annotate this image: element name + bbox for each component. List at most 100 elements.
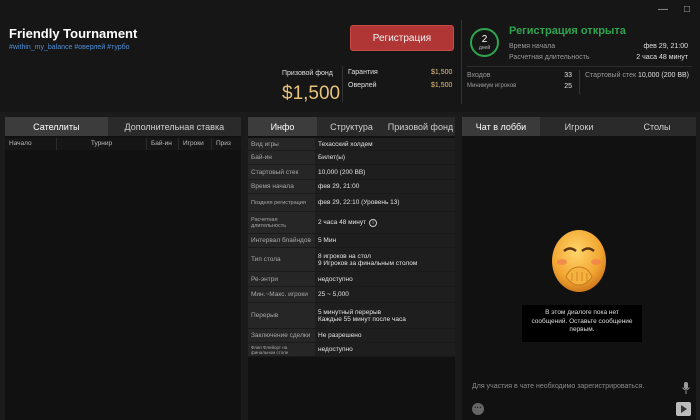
tab-players[interactable]: Игроки bbox=[540, 117, 618, 136]
info-value: фев 29, 21:00 bbox=[315, 180, 455, 193]
maximize-icon[interactable]: □ bbox=[682, 4, 692, 15]
start-time-value: фев 29, 21:00 bbox=[643, 43, 688, 50]
min-players-label: Минимум игроков bbox=[467, 83, 517, 89]
info-key: Вид игры bbox=[248, 138, 315, 150]
info-value: 25 ~ 5,000 bbox=[315, 287, 455, 302]
info-row: Заключение сделки Не разрешено bbox=[248, 329, 455, 343]
col-start[interactable]: Начало bbox=[5, 138, 57, 150]
start-time-label: Время начала bbox=[509, 43, 556, 50]
tournament-title: Friendly Tournament bbox=[9, 26, 138, 41]
info-value: Не разрешено bbox=[315, 329, 455, 342]
info-panel: Инфо Структура Призовой фонд Вид игры Тех… bbox=[248, 117, 455, 420]
divider bbox=[579, 70, 580, 94]
chat-input[interactable]: Для участия в чате необходимо зарегистри… bbox=[472, 383, 644, 390]
stack-value: 10,000 (200 BB) bbox=[638, 72, 689, 79]
info-row: Время начала фев 29, 21:00 bbox=[248, 180, 455, 194]
info-icon[interactable]: i bbox=[369, 218, 378, 227]
info-row: Тип стола 8 игроков на стол 9 Игроков за ф… bbox=[248, 248, 455, 272]
minimize-icon[interactable]: — bbox=[658, 4, 668, 15]
min-players-value: 25 bbox=[564, 83, 572, 90]
right-tabs: Чат в лобби Игроки Столы bbox=[462, 117, 696, 136]
info-row: Расчетная длительность 2 часа 48 минут i bbox=[248, 212, 455, 234]
info-table: Вид игры Техасский холдем Бай-ин Билет(ы) … bbox=[248, 138, 455, 357]
shushing-face-icon bbox=[552, 230, 606, 292]
send-button[interactable] bbox=[676, 402, 691, 416]
divider bbox=[461, 20, 462, 104]
more-options-icon[interactable]: ··· bbox=[472, 403, 484, 415]
tab-satellites[interactable]: Сателлиты bbox=[5, 117, 108, 136]
col-tournament[interactable]: Турнир bbox=[57, 138, 147, 150]
info-row: Ре-энтри недоступно bbox=[248, 272, 455, 287]
registration-status: Регистрация открыта bbox=[509, 25, 626, 37]
entries-label: Входов bbox=[467, 72, 491, 79]
overlay-value: $1,500 bbox=[431, 82, 453, 89]
divider bbox=[467, 66, 692, 67]
info-value: 5 минутный перерыв Каждые 55 минут после … bbox=[315, 303, 455, 328]
col-players[interactable]: Игроки bbox=[179, 138, 212, 150]
satellites-table-header: Начало Турнир Бай-ин Игроки Приз bbox=[5, 138, 241, 150]
info-value: 8 игроков на стол 9 Игроков за финальным … bbox=[315, 248, 455, 271]
info-value: 5 Мин bbox=[315, 234, 455, 247]
info-row: Перерыв 5 минутный перерыв Каждые 55 минут… bbox=[248, 303, 455, 329]
duration-label: Расчетная длительность bbox=[509, 54, 590, 61]
chat-empty-message: В этом диалоге пока нет сообщений. Остав… bbox=[522, 305, 642, 342]
info-key: Заключение сделки bbox=[248, 329, 315, 342]
tab-info[interactable]: Инфо bbox=[248, 117, 317, 136]
divider bbox=[342, 66, 343, 102]
info-value: фев 29, 22:10 (Уровень 13) bbox=[315, 194, 455, 211]
days-label: дней bbox=[478, 44, 491, 51]
window-controls: — □ bbox=[658, 4, 692, 15]
info-value: 10,000 (200 BB) bbox=[315, 165, 455, 179]
tab-lobby-chat[interactable]: Чат в лобби bbox=[462, 117, 540, 136]
prize-pool-label: Призовой фонд bbox=[282, 70, 333, 77]
info-row: Поздняя регистрация фев 29, 22:10 (Уровен… bbox=[248, 194, 455, 212]
info-value: Билет(ы) bbox=[315, 151, 455, 164]
tournament-header: Friendly Tournament #within_my_balance #… bbox=[0, 0, 700, 112]
info-value-line: 5 минутный перерыв bbox=[318, 308, 382, 316]
tab-prize-pool[interactable]: Призовой фонд bbox=[386, 117, 455, 136]
info-key: Бай-ин bbox=[248, 151, 315, 164]
info-key: Стартовый стек bbox=[248, 165, 315, 179]
col-prize[interactable]: Приз bbox=[212, 138, 241, 150]
info-value-wrap: 2 часа 48 минут i bbox=[315, 212, 455, 233]
info-value: Техасский холдем bbox=[315, 138, 455, 150]
tab-additional-bet[interactable]: Дополнительная ставка bbox=[107, 117, 241, 136]
register-button[interactable]: Регистрация bbox=[350, 25, 454, 51]
days-number: 2 bbox=[481, 33, 488, 45]
info-row: Интервал блайндов 5 Мин bbox=[248, 234, 455, 248]
chat-toolbar: ··· bbox=[462, 399, 696, 420]
chat-input-row: Для участия в чате необходимо зарегистри… bbox=[462, 379, 696, 397]
days-countdown: 2 дней bbox=[470, 28, 499, 57]
info-key: Тип стола bbox=[248, 248, 315, 271]
info-value: недоступно bbox=[315, 272, 455, 286]
tab-tables[interactable]: Столы bbox=[618, 117, 696, 136]
info-row: Вид игры Техасский холдем bbox=[248, 138, 455, 151]
info-key: Мин.~Макс. игроки bbox=[248, 287, 315, 302]
satellites-panel: Сателлиты Дополнительная ставка Начало Т… bbox=[5, 117, 241, 420]
info-key: Поздняя регистрация bbox=[248, 194, 315, 211]
guarantee-label: Гарантия bbox=[348, 69, 378, 76]
chat-panel: Чат в лобби Игроки Столы В этом диалоге … bbox=[462, 117, 696, 420]
info-row: Стартовый стек 10,000 (200 BB) bbox=[248, 165, 455, 180]
mid-tabs: Инфо Структура Призовой фонд bbox=[248, 117, 455, 136]
tab-structure[interactable]: Структура bbox=[317, 117, 386, 136]
info-row: Мин.~Макс. игроки 25 ~ 5,000 bbox=[248, 287, 455, 303]
col-buyin[interactable]: Бай-ин bbox=[147, 138, 179, 150]
microphone-icon[interactable] bbox=[682, 382, 690, 394]
info-value-line: Каждые 55 минут после часа bbox=[318, 315, 406, 323]
info-value: недоступно bbox=[315, 343, 455, 356]
info-row: Бай-ин Билет(ы) bbox=[248, 151, 455, 165]
info-key: Интервал блайндов bbox=[248, 234, 315, 247]
entries-value: 33 bbox=[564, 72, 572, 79]
info-key: Флип Флейорт на финальном столе bbox=[248, 343, 315, 356]
guarantee-value: $1,500 bbox=[431, 69, 453, 76]
info-value-line: 8 игроков на стол bbox=[318, 252, 371, 260]
prize-pool-value: $1,500 bbox=[282, 83, 341, 104]
info-key: Время начала bbox=[248, 180, 315, 193]
duration-value: 2 часа 48 минут bbox=[636, 54, 688, 61]
info-key: Ре-энтри bbox=[248, 272, 315, 286]
info-row: Флип Флейорт на финальном столе недоступн… bbox=[248, 343, 455, 357]
info-key: Расчетная длительность bbox=[248, 212, 315, 233]
tournament-tags[interactable]: #within_my_balance #оверлей #турбо bbox=[9, 44, 130, 51]
left-tabs: Сателлиты Дополнительная ставка bbox=[5, 117, 241, 136]
